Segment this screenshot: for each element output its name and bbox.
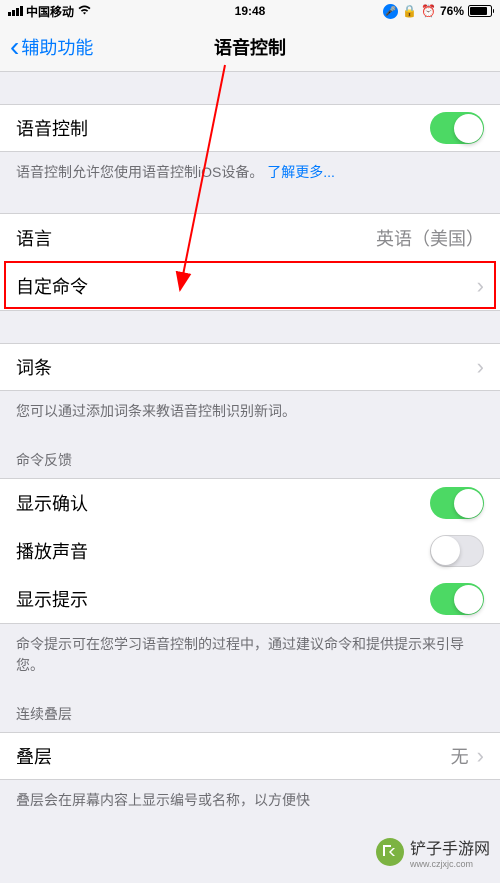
battery-pct: 76%	[440, 4, 464, 18]
chevron-right-icon: ›	[477, 273, 484, 299]
vocabulary-row[interactable]: 词条 ›	[0, 343, 500, 391]
voice-control-toggle-row[interactable]: 语音控制	[0, 104, 500, 152]
watermark-logo-icon	[376, 838, 404, 866]
chevron-right-icon: ›	[477, 354, 484, 380]
watermark: 铲子手游网 www.czjxjc.com	[376, 835, 490, 869]
play-sound-row[interactable]: 播放声音	[0, 527, 500, 575]
show-hints-label: 显示提示	[16, 586, 88, 612]
voice-control-toggle[interactable]	[430, 112, 484, 144]
show-hints-toggle[interactable]	[430, 583, 484, 615]
signal-icon	[8, 6, 23, 16]
custom-commands-label: 自定命令	[16, 273, 88, 299]
vocabulary-label: 词条	[16, 354, 52, 380]
show-confirm-row[interactable]: 显示确认	[0, 479, 500, 527]
feedback-footer: 命令提示可在您学习语音控制的过程中，通过建议命令和提供提示来引导您。	[0, 624, 500, 686]
nav-bar: ‹ 辅助功能 语音控制	[0, 22, 500, 72]
status-right: 🎤 🔒 ⏰ 76%	[383, 4, 492, 19]
watermark-url: www.czjxjc.com	[410, 859, 490, 869]
overlay-row[interactable]: 叠层 无 ›	[0, 732, 500, 780]
status-left: 中国移动	[8, 3, 92, 20]
battery-icon	[468, 5, 492, 17]
status-bar: 中国移动 19:48 🎤 🔒 ⏰ 76%	[0, 0, 500, 22]
show-hints-row[interactable]: 显示提示	[0, 575, 500, 623]
voice-control-status-icon: 🎤	[383, 4, 398, 19]
play-sound-label: 播放声音	[16, 538, 88, 564]
voice-control-label: 语音控制	[16, 115, 88, 141]
voice-control-footer: 语音控制允许您使用语音控制iOS设备。 了解更多...	[0, 152, 500, 193]
status-time: 19:48	[235, 4, 266, 18]
overlay-footer: 叠层会在屏幕内容上显示编号或名称，以方便快	[0, 780, 500, 821]
play-sound-toggle[interactable]	[430, 535, 484, 567]
orientation-lock-icon: 🔒	[402, 4, 417, 18]
show-confirm-label: 显示确认	[16, 490, 88, 516]
language-row[interactable]: 语言 英语（美国）	[0, 214, 500, 262]
carrier-label: 中国移动	[26, 3, 74, 20]
watermark-text: 铲子手游网	[410, 835, 490, 859]
overlay-value: 无	[451, 743, 469, 769]
learn-more-link[interactable]: 了解更多...	[267, 164, 335, 180]
language-value: 英语（美国）	[376, 225, 484, 251]
show-confirm-toggle[interactable]	[430, 487, 484, 519]
back-button[interactable]: ‹ 辅助功能	[10, 31, 93, 63]
back-chevron-icon: ‹	[10, 31, 19, 63]
chevron-right-icon: ›	[477, 743, 484, 769]
feedback-header: 命令反馈	[0, 432, 500, 478]
overlay-label: 叠层	[16, 743, 52, 769]
page-title: 语音控制	[214, 34, 286, 60]
alarm-icon: ⏰	[421, 4, 436, 18]
custom-commands-row[interactable]: 自定命令 ›	[0, 262, 500, 310]
language-label: 语言	[16, 225, 52, 251]
wifi-icon	[77, 4, 92, 18]
vocabulary-footer: 您可以通过添加词条来教语音控制识别新词。	[0, 391, 500, 432]
back-label: 辅助功能	[21, 34, 93, 60]
overlay-header: 连续叠层	[0, 686, 500, 732]
